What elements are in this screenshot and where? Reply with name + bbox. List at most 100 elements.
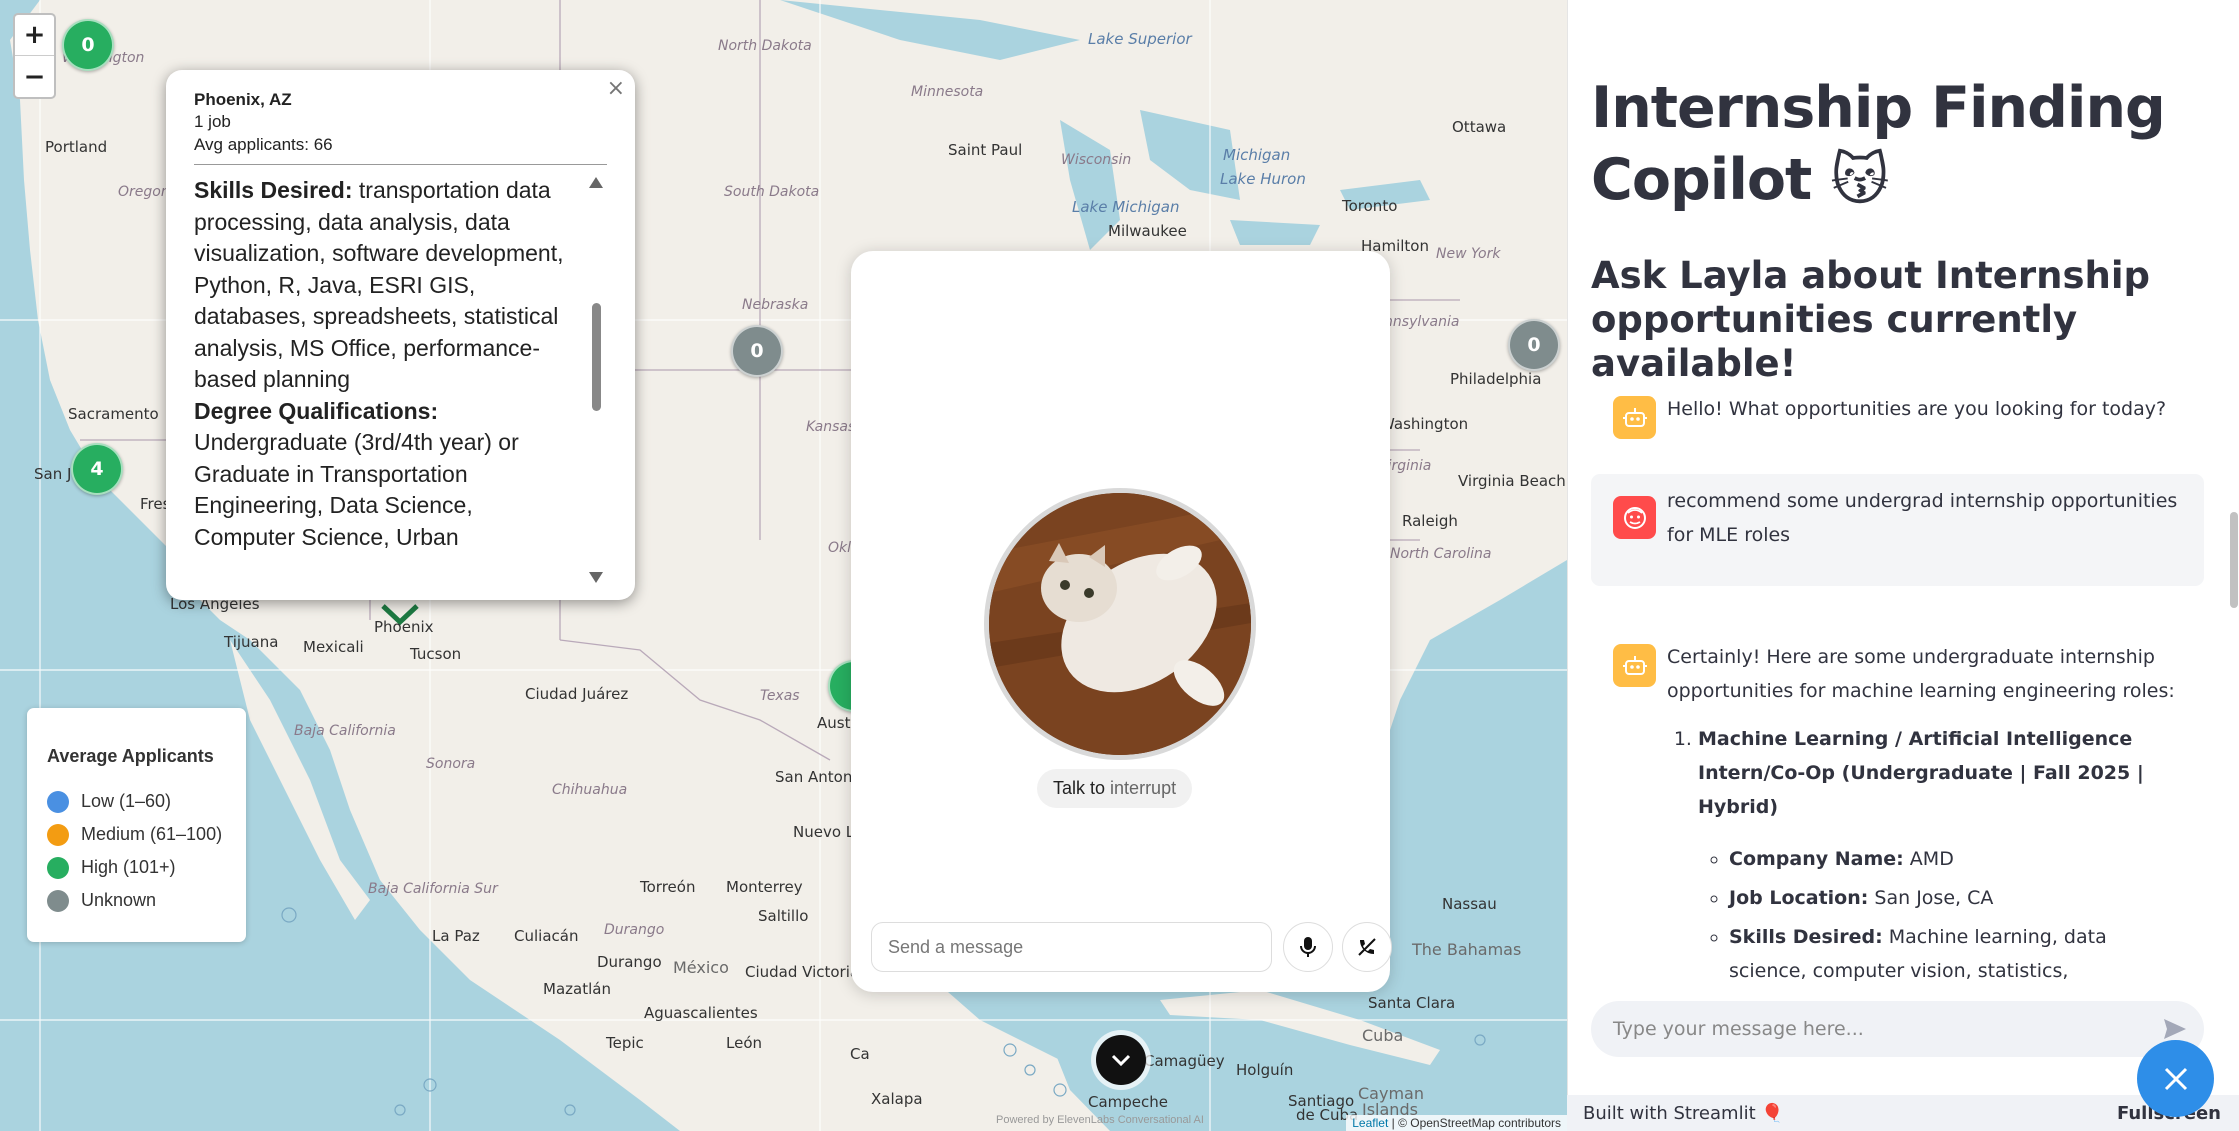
map-place-label: Washington — [1380, 415, 1469, 433]
close-chat-button[interactable] — [2137, 1040, 2214, 1117]
skills-text: transportation data processing, data ana… — [194, 177, 564, 392]
map-place-label: Lake Michigan — [1072, 198, 1180, 216]
job-list-item: Machine Learning / Artificial Intelligen… — [1698, 722, 2190, 982]
agent-avatar — [984, 488, 1256, 760]
microphone-icon — [1300, 937, 1316, 957]
map-place-label: Nebraska — [742, 297, 809, 313]
map-place-label: North Carolina — [1390, 546, 1492, 562]
user-message: recommend some undergrad internship oppo… — [1591, 474, 2204, 586]
map-place-label: Tucson — [410, 645, 462, 663]
map-place-label: Monterrey — [726, 878, 803, 896]
chat-input-placeholder: Type your message here... — [1613, 1018, 1864, 1040]
map-place-label: Sonora — [426, 756, 476, 772]
talk-to-interrupt-hint[interactable]: Talk to interrupt — [1037, 769, 1193, 808]
map-place-label: Lake Huron — [1220, 170, 1306, 188]
cluster-count: 0 — [750, 340, 764, 362]
cluster-marker[interactable]: 0 — [1508, 319, 1560, 371]
legend-dot-icon — [47, 856, 69, 879]
cluster-count: 4 — [90, 458, 104, 480]
map-place-label: Mexicali — [303, 638, 364, 656]
map-place-label: Okl — [828, 540, 852, 556]
map-place-label: Tijuana — [224, 633, 279, 651]
built-with-label: Built with Streamlit 🎈 — [1583, 1102, 1784, 1124]
map-place-label: San Antoni — [775, 768, 857, 786]
map-place-label: Lake Superior — [1088, 30, 1192, 48]
zoom-in-button[interactable]: + — [15, 15, 54, 56]
legend: Average Applicants Low (1–60) Medium (61… — [27, 708, 246, 942]
job-details: Company Name: AMD Job Location: San Jose… — [1698, 842, 2190, 982]
skills-label: Skills Desired: — [194, 177, 353, 203]
legend-label: High (101+) — [81, 857, 176, 877]
collapse-widget-button[interactable] — [1096, 1035, 1146, 1085]
map-place-label: Nassau — [1442, 895, 1497, 913]
map-place-label: Saint Paul — [948, 141, 1023, 159]
message-text: recommend some undergrad internship oppo… — [1667, 490, 2178, 546]
legend-item: High (101+) — [47, 851, 226, 884]
map-place-label: Aguascalientes — [644, 1004, 758, 1022]
map-place-label: New York — [1436, 246, 1501, 262]
map-place-label: Tepic — [606, 1034, 644, 1052]
map-place-label: Wisconsin — [1061, 152, 1132, 168]
chevron-down-icon — [1111, 1054, 1131, 1066]
job-skills: Skills Desired: Machine learning, data s… — [1729, 920, 2190, 982]
map-place-label: Ottawa — [1452, 118, 1507, 136]
zoom-out-button[interactable]: − — [15, 56, 54, 97]
legend-dot-icon — [47, 790, 69, 813]
chat-input[interactable]: Type your message here... — [1591, 1001, 2204, 1057]
leaflet-link[interactable]: Leaflet — [1352, 1116, 1388, 1130]
map-place-label: Durango — [604, 922, 665, 938]
map-place-label: Durango — [597, 953, 662, 971]
map-place-label: Campeche — [1088, 1093, 1169, 1111]
location-value: San Jose, CA — [1874, 887, 1994, 909]
scrollbar-thumb[interactable] — [2230, 512, 2238, 608]
bot-avatar-icon — [1613, 644, 1656, 687]
message-text: Hello! What opportunities are you lookin… — [1667, 398, 2167, 420]
end-call-button[interactable] — [1342, 922, 1392, 972]
map-place-label: Ciudad Victoria — [745, 963, 860, 981]
map-place-label: México — [673, 958, 729, 977]
cluster-marker[interactable]: 0 — [731, 325, 783, 377]
map-place-label: Holguín — [1236, 1061, 1294, 1079]
scrollbar-thumb[interactable] — [592, 303, 601, 411]
map-place-label: Baja California — [294, 723, 396, 739]
talk-suffix: interrupt — [1110, 778, 1177, 798]
company-value: AMD — [1909, 848, 1954, 870]
cluster-count: 0 — [81, 34, 95, 56]
popup-scrollbar[interactable] — [589, 175, 603, 585]
company-label: Company Name: — [1729, 848, 1904, 870]
cluster-marker[interactable]: 0 — [62, 19, 114, 71]
popup-scroll-area[interactable]: Skills Desired: transportation data proc… — [194, 175, 607, 585]
legend-item: Medium (61–100) — [47, 818, 226, 851]
popup-details: Skills Desired: transportation data proc… — [194, 175, 577, 553]
legend-dot-icon — [47, 889, 69, 912]
map-place-label: Aust — [817, 714, 851, 732]
send-message-input[interactable]: Send a message — [871, 922, 1272, 972]
location-label: Job Location: — [1729, 887, 1869, 909]
map-place-label: Raleigh — [1402, 512, 1458, 530]
job-title: Machine Learning / Artificial Intelligen… — [1698, 728, 2144, 818]
map-place-label: Toronto — [1342, 197, 1398, 215]
map-place-label: Camagüey — [1144, 1052, 1225, 1070]
panel-scrollbar[interactable] — [2228, 0, 2239, 1100]
map-place-label: Philadelphia — [1450, 370, 1542, 388]
map-place-label: South Dakota — [724, 184, 820, 200]
microphone-button[interactable] — [1283, 922, 1333, 972]
close-icon — [2164, 1067, 2187, 1090]
send-icon[interactable] — [2162, 1017, 2188, 1041]
page-subtitle: Ask Layla about Internship opportunities… — [1591, 254, 2150, 385]
talk-prefix: Talk to — [1053, 778, 1106, 798]
map-place-label: Culiacán — [514, 927, 579, 945]
map-place-label: Torreón — [640, 878, 696, 896]
degree-text: Undergraduate (3rd/4th year) or Graduate… — [194, 429, 519, 550]
chat-scroll-area[interactable]: Certainly! Here are some undergraduate i… — [1568, 620, 2239, 982]
message-text: Certainly! Here are some undergraduate i… — [1667, 646, 2175, 702]
popup-close-button[interactable]: × — [607, 76, 625, 101]
map-place-label: Sacramento — [68, 405, 159, 423]
job-company: Company Name: AMD — [1729, 842, 2190, 876]
legend-item: Unknown — [47, 884, 226, 917]
map-attribution: Leaflet | © OpenStreetMap contributors — [1346, 1115, 1567, 1131]
cluster-marker[interactable]: 4 — [71, 443, 123, 495]
map-place-label: Xalapa — [871, 1090, 923, 1108]
scroll-up-arrow-icon[interactable] — [589, 177, 603, 188]
scroll-down-arrow-icon[interactable] — [589, 572, 603, 583]
